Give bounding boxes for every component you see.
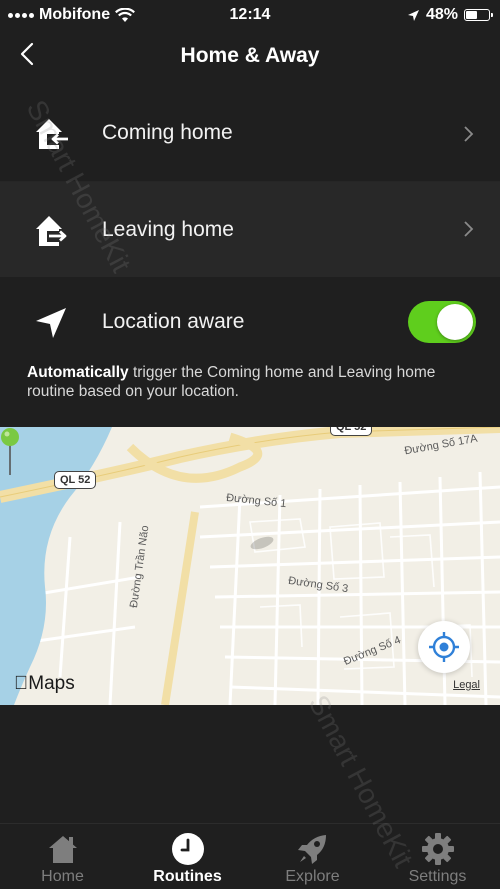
- battery-percent: 48%: [425, 6, 458, 23]
- legal-link[interactable]: Legal: [453, 679, 480, 691]
- road-shield-top: QL 52: [330, 427, 373, 436]
- road-shield-ql52: QL 52: [54, 471, 97, 489]
- status-right: 48%: [407, 6, 493, 24]
- tab-settings[interactable]: Settings: [375, 824, 500, 889]
- tab-home-label: Home: [41, 868, 84, 885]
- tab-routines-label: Routines: [153, 868, 222, 885]
- rocket-icon: [298, 835, 326, 864]
- locate-button[interactable]: [418, 621, 470, 673]
- tab-explore[interactable]: Explore: [250, 824, 375, 889]
- leaving-home-label: Leaving home: [102, 218, 234, 241]
- location-description: Automatically trigger the Coming home an…: [27, 363, 477, 401]
- status-bar: Mobifone 12:14 48%: [0, 0, 500, 30]
- location-arrow-icon: [36, 308, 66, 338]
- coming-home-icon: [36, 119, 69, 149]
- leaving-home-row[interactable]: Leaving home: [0, 182, 500, 277]
- tab-settings-label: Settings: [408, 868, 467, 885]
- tab-bar: Home Routines Explore Settings: [0, 823, 500, 889]
- maps-logo: Maps: [14, 673, 75, 695]
- maps-brand-text: Maps: [14, 673, 74, 694]
- battery-icon: [464, 9, 493, 21]
- house-icon: [49, 836, 77, 863]
- location-arrow-icon: [407, 9, 419, 21]
- page-title: Home & Away: [180, 44, 320, 67]
- location-aware-toggle[interactable]: [408, 301, 476, 343]
- map-view[interactable]: QL 52 QL 52 Đường Số 1 Đường Số 3 Đường …: [0, 427, 500, 705]
- chevron-right-icon: [464, 221, 474, 237]
- coming-home-row[interactable]: Coming home: [0, 86, 500, 182]
- toggle-knob: [437, 304, 473, 340]
- gear-icon: [422, 833, 454, 865]
- locate-icon: [429, 632, 459, 662]
- tab-explore-label: Explore: [285, 868, 340, 885]
- clock-icon: [172, 833, 204, 865]
- apple-logo-icon: : [14, 673, 28, 694]
- battery-fill: [466, 11, 477, 19]
- leaving-home-icon: [36, 216, 69, 246]
- chevron-right-icon: [464, 126, 474, 142]
- map-pin-icon: [1, 428, 19, 475]
- tab-routines[interactable]: Routines: [125, 824, 250, 889]
- coming-home-label: Coming home: [102, 121, 233, 144]
- location-aware-label: Location aware: [102, 310, 245, 333]
- tab-home[interactable]: Home: [0, 824, 125, 889]
- location-aware-section: Location aware Automatically trigger the…: [0, 277, 500, 427]
- description-bold: Automatically: [27, 364, 129, 381]
- nav-bar: Home & Away: [0, 30, 500, 86]
